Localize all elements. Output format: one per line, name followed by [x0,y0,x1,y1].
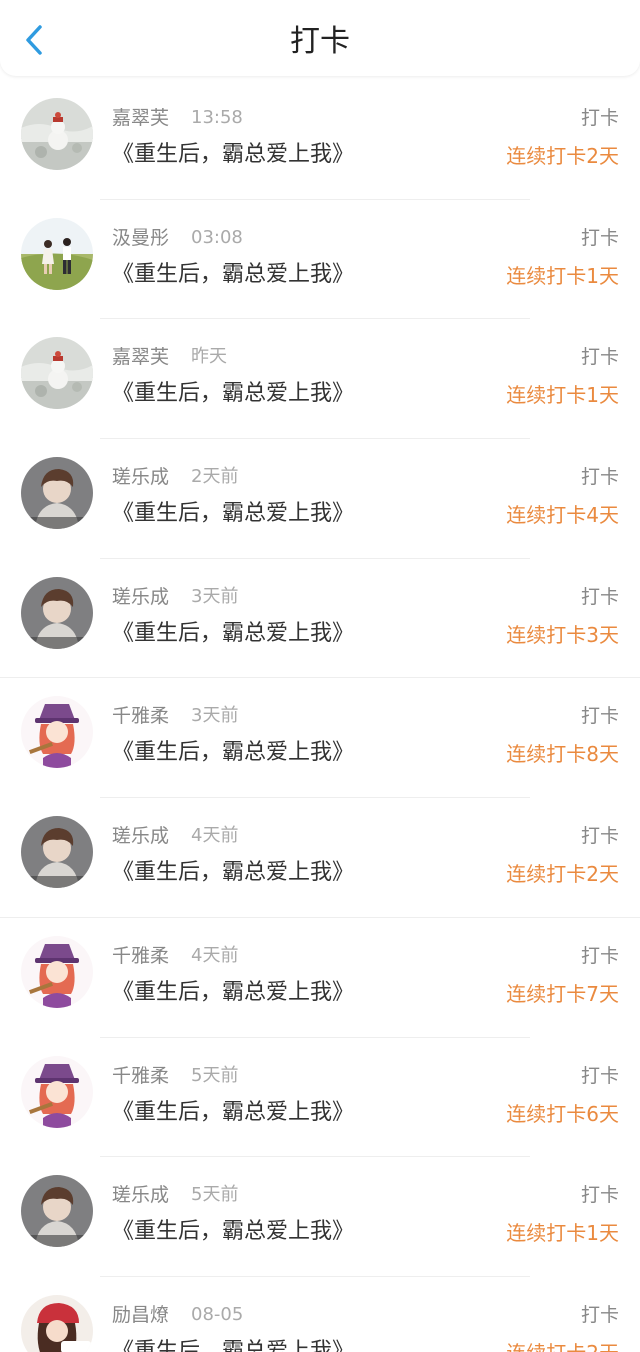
streak-label: 连续打卡8天 [506,742,619,767]
user-name: 千雅柔 [112,944,170,967]
streak-label: 连续打卡1天 [506,383,619,408]
list-item[interactable]: 瑳乐成 5天前 《重生后，霸总爱上我》 打卡 连续打卡1天 [0,1157,640,1277]
checkin-label: 打卡 [580,346,619,369]
page-title: 打卡 [290,24,350,59]
book-title: 《重生后，霸总爱上我》 [112,979,355,1005]
list-item[interactable]: 嘉翠芙 13:58 《重生后，霸总爱上我》 打卡 连续打卡2天 [0,80,640,200]
checkin-label: 打卡 [580,107,619,129]
list-item[interactable]: 千雅柔 3天前 《重生后，霸总爱上我》 打卡 连续打卡8天 [0,678,640,799]
book-title: 《重生后，霸总爱上我》 [112,142,355,167]
streak-label: 连续打卡1天 [506,263,619,288]
avatar[interactable] [21,457,93,530]
book-title: 《重生后，霸总爱上我》 [112,620,355,646]
streak-label: 连续打卡2天 [506,862,619,887]
checkin-label: 打卡 [580,585,619,608]
user-name: 瑳乐成 [112,585,170,608]
book-title: 《重生后，霸总爱上我》 [112,740,355,766]
checkin-label: 打卡 [580,825,619,848]
user-name: 嘉翠芙 [112,346,170,369]
streak-label: 连续打卡2天 [506,1339,619,1352]
streak-label: 连续打卡2天 [506,144,619,168]
post-time: 3天前 [191,705,239,727]
user-name: 千雅柔 [112,705,170,728]
post-time: 03:08 [191,226,243,248]
book-title: 《重生后，霸总爱上我》 [112,860,355,886]
book-title: 《重生后，霸总爱上我》 [112,1219,355,1245]
checkin-label: 打卡 [580,705,619,728]
checkin-label: 打卡 [580,1184,619,1207]
header-bar: 打卡 [0,0,640,76]
post-time: 3天前 [191,585,239,607]
avatar[interactable] [21,98,93,170]
avatar[interactable] [21,935,93,1008]
post-time: 4天前 [191,825,239,847]
streak-label: 连续打卡3天 [506,622,619,647]
book-title: 《重生后，霸总爱上我》 [112,261,355,287]
avatar[interactable] [21,1055,93,1128]
book-title: 《重生后，霸总爱上我》 [112,1099,355,1125]
avatar[interactable] [21,1175,93,1248]
user-name: 瑳乐成 [112,1184,170,1207]
avatar[interactable] [21,816,93,889]
checkin-label: 打卡 [580,1064,619,1087]
checkin-label: 打卡 [580,466,619,489]
streak-label: 连续打卡6天 [506,1101,619,1126]
list-item[interactable]: 瑳乐成 4天前 《重生后，霸总爱上我》 打卡 连续打卡2天 [0,798,640,918]
post-time: 昨天 [191,346,227,368]
list-item[interactable]: 励昌燎 08-05 《重生后，霸总爱上我》 打卡 连续打卡2天 [0,1277,640,1352]
avatar[interactable] [21,576,93,649]
list-item[interactable]: 千雅柔 5天前 《重生后，霸总爱上我》 打卡 连续打卡6天 [0,1038,640,1158]
user-name: 瑳乐成 [112,466,170,489]
avatar[interactable] [21,1294,93,1352]
avatar[interactable] [21,217,93,290]
streak-label: 连续打卡4天 [506,503,619,528]
post-time: 4天前 [191,944,239,966]
book-title: 《重生后，霸总爱上我》 [112,1338,355,1352]
list-item[interactable]: 嘉翠芙 昨天 《重生后，霸总爱上我》 打卡 连续打卡1天 [0,319,640,440]
user-name: 瑳乐成 [112,825,170,848]
user-name: 汲曼彤 [112,226,170,249]
streak-label: 连续打卡7天 [506,981,619,1006]
book-title: 《重生后，霸总爱上我》 [112,381,355,407]
avatar[interactable] [21,696,93,769]
list-item[interactable]: 瑳乐成 2天前 《重生后，霸总爱上我》 打卡 连续打卡4天 [0,439,640,559]
post-time: 13:58 [191,107,243,128]
streak-label: 连续打卡1天 [506,1221,619,1246]
checkin-list: 嘉翠芙 13:58 《重生后，霸总爱上我》 打卡 连续打卡2天 汲曼彤 03:0… [0,80,640,1352]
checkin-label: 打卡 [580,944,619,967]
list-item[interactable]: 瑳乐成 3天前 《重生后，霸总爱上我》 打卡 连续打卡3天 [0,559,640,679]
list-item[interactable]: 千雅柔 4天前 《重生后，霸总爱上我》 打卡 连续打卡7天 [0,918,640,1038]
user-name: 励昌燎 [112,1303,170,1326]
post-time: 5天前 [191,1064,239,1086]
user-name: 千雅柔 [112,1064,170,1087]
checkin-label: 打卡 [580,1303,619,1326]
checkin-label: 打卡 [580,226,619,249]
post-time: 08-05 [191,1303,244,1325]
book-title: 《重生后，霸总爱上我》 [112,501,355,527]
avatar[interactable] [21,337,93,410]
post-time: 2天前 [191,466,239,488]
user-name: 嘉翠芙 [112,107,170,129]
list-item[interactable]: 汲曼彤 03:08 《重生后，霸总爱上我》 打卡 连续打卡1天 [0,200,640,320]
post-time: 5天前 [191,1184,239,1206]
